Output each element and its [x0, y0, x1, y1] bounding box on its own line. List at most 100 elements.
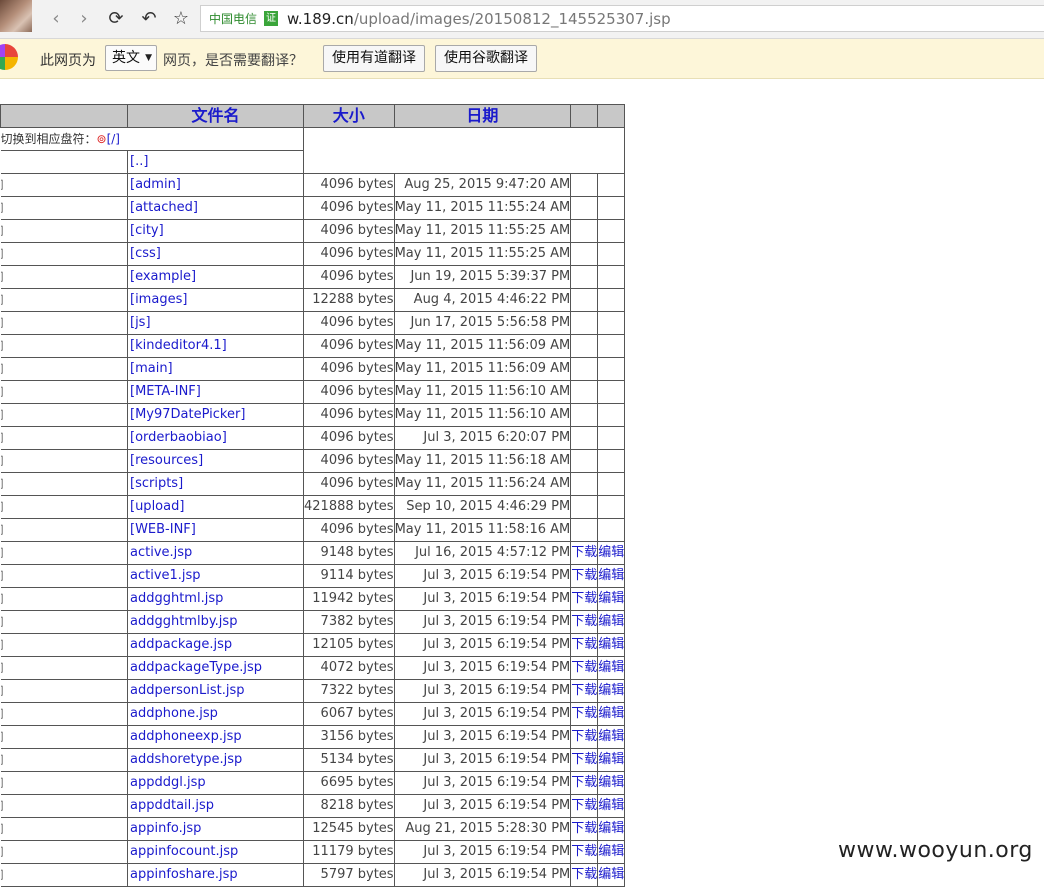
- row-checkbox-icon[interactable]: ▯: [1, 683, 4, 698]
- row-checkbox-icon[interactable]: ▯: [1, 637, 4, 652]
- download-link[interactable]: 下载: [572, 614, 597, 629]
- edit-link[interactable]: 编辑: [599, 614, 624, 629]
- row-checkbox-icon[interactable]: ▯: [1, 752, 4, 767]
- folder-link[interactable]: [example]: [129, 269, 196, 284]
- file-link[interactable]: appddgl.jsp: [129, 775, 206, 790]
- file-link[interactable]: addpackageType.jsp: [129, 660, 262, 675]
- row-checkbox-icon[interactable]: ▯: [1, 729, 4, 744]
- download-link[interactable]: 下载: [572, 729, 597, 744]
- download-link[interactable]: 下载: [572, 683, 597, 698]
- download-link[interactable]: 下载: [572, 660, 597, 675]
- file-link[interactable]: addpackage.jsp: [129, 637, 232, 652]
- folder-link[interactable]: [css]: [129, 246, 161, 261]
- certificate-icon[interactable]: 证: [264, 11, 278, 26]
- row-checkbox-icon[interactable]: ▯: [1, 591, 4, 606]
- row-checkbox-icon[interactable]: ▯: [1, 706, 4, 721]
- edit-link[interactable]: 编辑: [599, 683, 624, 698]
- folder-link[interactable]: [images]: [129, 292, 187, 307]
- file-link[interactable]: addgghtmlby.jsp: [129, 614, 237, 629]
- row-checkbox-icon[interactable]: ▯: [1, 545, 4, 560]
- row-checkbox-icon[interactable]: ▯: [1, 798, 4, 813]
- download-link[interactable]: 下载: [572, 798, 597, 813]
- url-text[interactable]: w.189.cn/upload/images/20150812_14552530…: [287, 9, 671, 29]
- download-link[interactable]: 下载: [572, 637, 597, 652]
- row-checkbox-icon[interactable]: ▯: [1, 177, 4, 192]
- download-link[interactable]: 下载: [572, 568, 597, 583]
- undo-icon[interactable]: ↶: [138, 8, 160, 30]
- folder-link[interactable]: [scripts]: [129, 476, 183, 491]
- file-link[interactable]: appinfo.jsp: [129, 821, 201, 836]
- edit-link[interactable]: 编辑: [599, 798, 624, 813]
- file-link[interactable]: addphone.jsp: [129, 706, 218, 721]
- profile-avatar[interactable]: [0, 0, 32, 32]
- edit-link[interactable]: 编辑: [599, 660, 624, 675]
- folder-link[interactable]: [js]: [129, 315, 151, 330]
- youdao-translate-button[interactable]: 使用有道翻译: [323, 45, 425, 72]
- download-link[interactable]: 下载: [572, 775, 597, 790]
- folder-link[interactable]: [attached]: [129, 200, 198, 215]
- row-checkbox-icon[interactable]: ▯: [1, 867, 4, 882]
- file-link[interactable]: addphoneexp.jsp: [129, 729, 242, 744]
- folder-link[interactable]: [META-INF]: [129, 384, 201, 399]
- row-checkbox-icon[interactable]: ▯: [1, 361, 4, 376]
- file-link[interactable]: active.jsp: [129, 545, 192, 560]
- edit-link[interactable]: 编辑: [599, 867, 624, 882]
- row-checkbox-icon[interactable]: ▯: [1, 407, 4, 422]
- parent-dir-link[interactable]: [..]: [129, 154, 148, 169]
- row-checkbox-icon[interactable]: ▯: [1, 430, 4, 445]
- row-checkbox-icon[interactable]: ▯: [1, 568, 4, 583]
- folder-link[interactable]: [orderbaobiao]: [129, 430, 227, 445]
- download-link[interactable]: 下载: [572, 706, 597, 721]
- edit-link[interactable]: 编辑: [599, 637, 624, 652]
- row-checkbox-icon[interactable]: ▯: [1, 775, 4, 790]
- row-checkbox-icon[interactable]: ▯: [1, 200, 4, 215]
- back-icon[interactable]: ‹: [45, 8, 67, 30]
- row-checkbox-icon[interactable]: ▯: [1, 499, 4, 514]
- download-link[interactable]: 下载: [572, 844, 597, 859]
- edit-link[interactable]: 编辑: [599, 568, 624, 583]
- forward-icon[interactable]: ›: [73, 8, 95, 30]
- drive-root-link[interactable]: [/]: [107, 132, 120, 146]
- folder-link[interactable]: [WEB-INF]: [129, 522, 196, 537]
- folder-link[interactable]: [admin]: [129, 177, 181, 192]
- row-checkbox-icon[interactable]: ▯: [1, 453, 4, 468]
- row-checkbox-icon[interactable]: ▯: [1, 844, 4, 859]
- folder-link[interactable]: [main]: [129, 361, 173, 376]
- row-checkbox-icon[interactable]: ▯: [1, 246, 4, 261]
- file-link[interactable]: appinfocount.jsp: [129, 844, 238, 859]
- row-checkbox-icon[interactable]: ▯: [1, 269, 4, 284]
- folder-link[interactable]: [upload]: [129, 499, 184, 514]
- edit-link[interactable]: 编辑: [599, 775, 624, 790]
- row-checkbox-icon[interactable]: ▯: [1, 821, 4, 836]
- download-link[interactable]: 下载: [572, 752, 597, 767]
- row-checkbox-icon[interactable]: ▯: [1, 315, 4, 330]
- row-checkbox-icon[interactable]: ▯: [1, 223, 4, 238]
- folder-link[interactable]: [resources]: [129, 453, 203, 468]
- edit-link[interactable]: 编辑: [599, 729, 624, 744]
- file-link[interactable]: addgghtml.jsp: [129, 591, 223, 606]
- address-bar[interactable]: 中国电信 证 w.189.cn/upload/images/20150812_1…: [200, 5, 1044, 32]
- edit-link[interactable]: 编辑: [599, 844, 624, 859]
- edit-link[interactable]: 编辑: [599, 752, 624, 767]
- row-checkbox-icon[interactable]: ▯: [1, 660, 4, 675]
- download-link[interactable]: 下载: [572, 821, 597, 836]
- edit-link[interactable]: 编辑: [599, 545, 624, 560]
- folder-link[interactable]: [kindeditor4.1]: [129, 338, 227, 353]
- reload-icon[interactable]: ⟳: [105, 8, 127, 30]
- google-translate-button[interactable]: 使用谷歌翻译: [435, 45, 537, 72]
- row-checkbox-icon[interactable]: ▯: [1, 338, 4, 353]
- download-link[interactable]: 下载: [572, 591, 597, 606]
- row-checkbox-icon[interactable]: ▯: [1, 614, 4, 629]
- bookmark-star-icon[interactable]: ☆: [170, 8, 192, 30]
- row-checkbox-icon[interactable]: ▯: [1, 522, 4, 537]
- file-link[interactable]: appddtail.jsp: [129, 798, 214, 813]
- edit-link[interactable]: 编辑: [599, 706, 624, 721]
- edit-link[interactable]: 编辑: [599, 591, 624, 606]
- row-checkbox-icon[interactable]: ▯: [1, 292, 4, 307]
- file-link[interactable]: active1.jsp: [129, 568, 201, 583]
- row-checkbox-icon[interactable]: ▯: [1, 476, 4, 491]
- download-link[interactable]: 下载: [572, 867, 597, 882]
- row-checkbox-icon[interactable]: ▯: [1, 384, 4, 399]
- file-link[interactable]: appinfoshare.jsp: [129, 867, 238, 882]
- folder-link[interactable]: [My97DatePicker]: [129, 407, 245, 422]
